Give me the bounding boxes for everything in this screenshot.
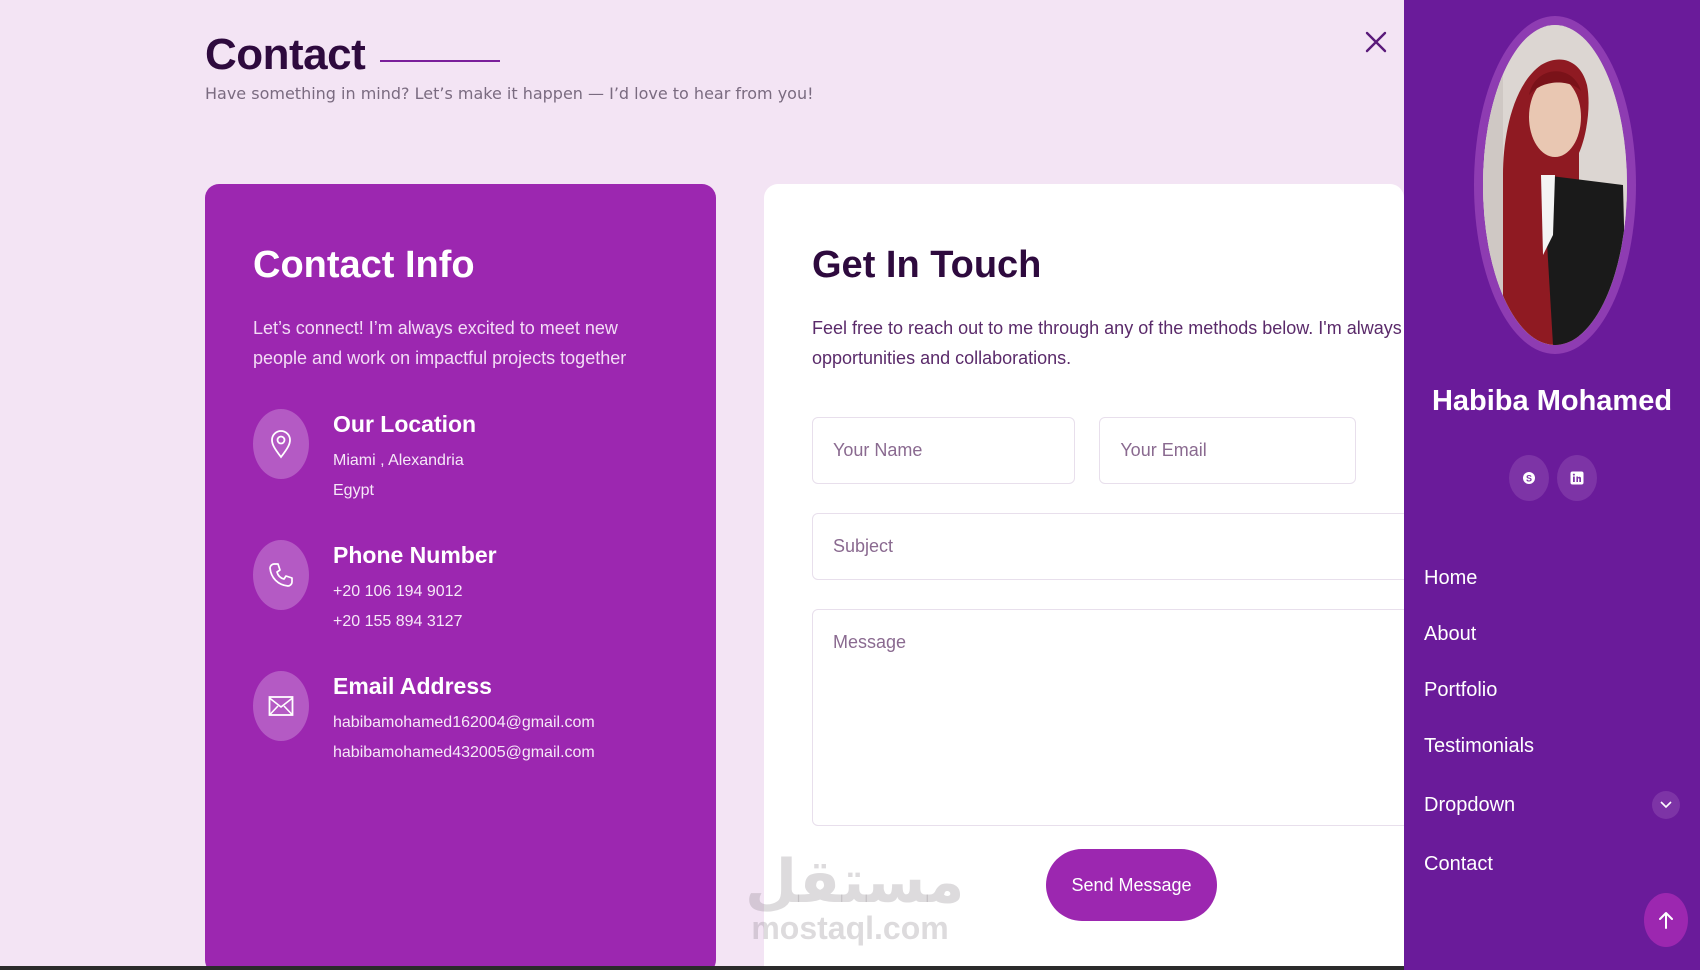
location-heading: Our Location bbox=[333, 411, 477, 437]
form-title: Get In Touch bbox=[812, 244, 1042, 286]
chevron-down-icon bbox=[1652, 791, 1680, 819]
phone-icon bbox=[253, 540, 309, 610]
email-line: habibamohamed432005@gmail.com bbox=[333, 744, 595, 761]
nav-item-testimonials[interactable]: Testimonials bbox=[1424, 718, 1680, 774]
name-input[interactable]: Your Name bbox=[812, 417, 1076, 484]
subject-input[interactable]: Subject bbox=[812, 513, 1412, 580]
bottom-scrollbar bbox=[0, 966, 1404, 970]
nav-label: Home bbox=[1424, 566, 1478, 589]
nav-item-home[interactable]: Home bbox=[1424, 550, 1680, 606]
contact-info-title: Contact Info bbox=[253, 244, 475, 286]
social-links: S bbox=[1509, 455, 1605, 501]
nav-label: Dropdown bbox=[1424, 793, 1516, 816]
linkedin-link[interactable] bbox=[1557, 455, 1597, 501]
watermark: مستقل mostaql.com bbox=[745, 847, 965, 946]
title-underline bbox=[379, 59, 500, 62]
nav-label: Testimonials bbox=[1424, 734, 1535, 757]
skype-icon: S bbox=[1523, 472, 1535, 484]
phone-item: Phone Number +20 106 194 9012 +20 155 89… bbox=[253, 540, 668, 631]
nav-item-about[interactable]: About bbox=[1424, 606, 1680, 662]
close-icon bbox=[1365, 31, 1387, 53]
nav-item-contact[interactable]: Contact bbox=[1424, 836, 1680, 892]
page-subtitle: Have something in mind? Let’s make it ha… bbox=[205, 84, 814, 103]
sidebar: Habiba Mohamed S Home About Portfolio Te… bbox=[1404, 0, 1700, 970]
contact-info-description: Let’s connect! I’m always excited to mee… bbox=[253, 318, 627, 368]
profile-name: Habiba Mohamed bbox=[1431, 385, 1673, 417]
phone-line: +20 106 194 9012 bbox=[333, 583, 463, 600]
back-to-top-button[interactable] bbox=[1644, 893, 1688, 947]
email-input[interactable]: Your Email bbox=[1099, 417, 1356, 484]
location-item: Our Location Miami , Alexandria Egypt bbox=[253, 409, 668, 500]
page-header: Contact Have something in mind? Let’s ma… bbox=[205, 30, 814, 103]
linkedin-icon bbox=[1570, 471, 1584, 485]
email-line: habibamohamed162004@gmail.com bbox=[333, 714, 595, 731]
message-textarea[interactable]: Message bbox=[812, 609, 1412, 826]
watermark-arabic: مستقل bbox=[745, 847, 965, 917]
email-item: Email Address habibamohamed162004@gmail.… bbox=[253, 671, 668, 762]
arrow-up-icon bbox=[1659, 912, 1673, 929]
form-description: Feel free to reach out to me through any… bbox=[812, 313, 1482, 373]
svg-text:S: S bbox=[1526, 474, 1532, 484]
location-line: Miami , Alexandria bbox=[333, 452, 464, 469]
location-line: Egypt bbox=[333, 482, 374, 499]
contact-info-card: Contact Info Let’s connect! I’m always e… bbox=[205, 184, 716, 970]
avatar-frame bbox=[1474, 16, 1636, 354]
nav-label: Portfolio bbox=[1424, 678, 1498, 701]
phone-line: +20 155 894 3127 bbox=[333, 613, 463, 630]
email-heading: Email Address bbox=[333, 673, 492, 699]
form-description-line: Feel free to reach out to me through any… bbox=[812, 318, 1482, 338]
nav-label: Contact bbox=[1424, 852, 1493, 875]
form-description-line: opportunities and collaborations. bbox=[812, 348, 1072, 368]
page-title: Contact bbox=[205, 30, 366, 79]
avatar bbox=[1483, 25, 1627, 345]
phone-heading: Phone Number bbox=[333, 542, 497, 568]
send-message-button[interactable]: Send Message bbox=[1046, 849, 1217, 921]
nav-item-dropdown[interactable]: Dropdown bbox=[1424, 774, 1680, 836]
mail-icon bbox=[253, 671, 309, 741]
map-pin-icon bbox=[253, 409, 309, 479]
nav-label: About bbox=[1424, 622, 1477, 645]
close-button[interactable] bbox=[1362, 28, 1390, 56]
skype-link[interactable]: S bbox=[1509, 455, 1549, 501]
nav-item-portfolio[interactable]: Portfolio bbox=[1424, 662, 1680, 718]
sidebar-nav: Home About Portfolio Testimonials Dropdo… bbox=[1424, 550, 1680, 892]
watermark-latin: mostaql.com bbox=[751, 910, 949, 946]
